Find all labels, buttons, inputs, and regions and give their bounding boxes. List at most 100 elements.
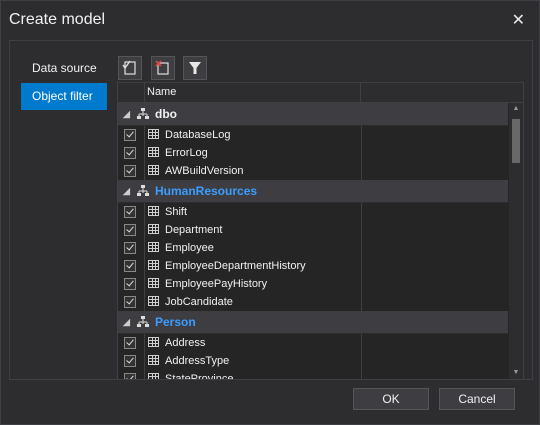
table-icon bbox=[148, 242, 159, 252]
row-checkbox[interactable] bbox=[124, 296, 136, 308]
row-checkbox[interactable] bbox=[124, 206, 136, 218]
group-name: Person bbox=[155, 315, 196, 329]
table-icon bbox=[148, 373, 159, 379]
column-divider bbox=[144, 162, 145, 180]
row-name: EmployeePayHistory bbox=[165, 278, 268, 290]
schema-icon bbox=[137, 108, 149, 119]
column-divider bbox=[144, 126, 145, 144]
row-name: Address bbox=[165, 337, 206, 349]
collapse-icon[interactable]: ◢ bbox=[123, 311, 130, 333]
content-panel: Data source Object filter Name ◢ dbo Dat… bbox=[9, 40, 533, 380]
table-icon bbox=[148, 278, 159, 288]
row-checkbox[interactable] bbox=[124, 224, 136, 236]
nav-item-object-filter[interactable]: Object filter bbox=[21, 83, 107, 110]
row-checkbox[interactable] bbox=[124, 337, 136, 349]
table-row[interactable]: Address bbox=[118, 334, 508, 352]
group-name: HumanResources bbox=[155, 184, 258, 198]
scroll-thumb[interactable] bbox=[512, 119, 520, 163]
row-checkbox[interactable] bbox=[124, 355, 136, 367]
column-divider bbox=[361, 239, 362, 257]
column-divider bbox=[361, 126, 362, 144]
row-name: DatabaseLog bbox=[165, 129, 231, 141]
create-model-dialog: Create model ✕ Data source Object filter bbox=[0, 0, 540, 425]
table-icon bbox=[148, 224, 159, 234]
scroll-up-icon[interactable]: ▲ bbox=[509, 103, 523, 115]
dialog-title: Create model bbox=[9, 11, 106, 28]
row-checkbox[interactable] bbox=[124, 242, 136, 254]
column-divider bbox=[361, 144, 362, 162]
column-divider bbox=[361, 352, 362, 370]
row-checkbox[interactable] bbox=[124, 129, 136, 141]
column-divider bbox=[144, 203, 145, 221]
column-divider bbox=[361, 275, 362, 293]
row-name: AddressType bbox=[165, 355, 230, 367]
scroll-down-icon[interactable]: ▼ bbox=[509, 367, 523, 379]
group-row[interactable]: ◢ Person bbox=[118, 311, 508, 334]
check-all-button[interactable] bbox=[118, 56, 142, 80]
table-row[interactable]: Department bbox=[118, 221, 508, 239]
table-row[interactable]: StateProvince bbox=[118, 370, 508, 380]
row-checkbox[interactable] bbox=[124, 373, 136, 379]
row-name: EmployeeDepartmentHistory bbox=[165, 260, 306, 272]
collapse-icon[interactable]: ◢ bbox=[123, 103, 130, 125]
table-icon bbox=[148, 355, 159, 365]
table-row[interactable]: EmployeeDepartmentHistory bbox=[118, 257, 508, 275]
table-icon bbox=[148, 165, 159, 175]
group-row[interactable]: ◢ dbo bbox=[118, 103, 508, 126]
table-row[interactable]: AddressType bbox=[118, 352, 508, 370]
object-grid: Name ◢ dbo DatabaseLog ErrorLog AWBuildVersi… bbox=[117, 82, 524, 380]
filter-icon bbox=[189, 62, 201, 74]
column-divider bbox=[144, 257, 145, 275]
vertical-scrollbar[interactable]: ▲ ▼ bbox=[509, 103, 523, 379]
row-name: AWBuildVersion bbox=[165, 165, 244, 177]
row-name: StateProvince bbox=[165, 373, 234, 380]
column-divider bbox=[361, 257, 362, 275]
header-name-column[interactable]: Name bbox=[144, 83, 361, 102]
row-checkbox[interactable] bbox=[124, 278, 136, 290]
column-divider bbox=[144, 239, 145, 257]
group-row[interactable]: ◢ HumanResources bbox=[118, 180, 508, 203]
column-divider bbox=[144, 370, 145, 379]
row-checkbox[interactable] bbox=[124, 260, 136, 272]
header-check-column bbox=[118, 83, 145, 102]
row-checkbox[interactable] bbox=[124, 165, 136, 177]
row-name: Employee bbox=[165, 242, 214, 254]
column-divider bbox=[144, 221, 145, 239]
table-icon bbox=[148, 129, 159, 139]
row-name: Department bbox=[165, 224, 223, 236]
table-row[interactable]: EmployeePayHistory bbox=[118, 275, 508, 293]
column-divider bbox=[144, 352, 145, 370]
table-row[interactable]: DatabaseLog bbox=[118, 126, 508, 144]
uncheck-all-icon bbox=[155, 60, 169, 75]
close-icon[interactable]: ✕ bbox=[512, 10, 525, 30]
ok-button[interactable]: OK bbox=[353, 388, 429, 410]
check-all-icon bbox=[122, 60, 136, 75]
column-divider bbox=[361, 334, 362, 352]
collapse-icon[interactable]: ◢ bbox=[123, 180, 130, 202]
column-divider bbox=[144, 293, 145, 311]
nav-item-data-source[interactable]: Data source bbox=[21, 55, 107, 82]
column-divider bbox=[361, 221, 362, 239]
row-checkbox[interactable] bbox=[124, 147, 136, 159]
cancel-button[interactable]: Cancel bbox=[439, 388, 515, 410]
row-name: JobCandidate bbox=[165, 296, 233, 308]
table-icon bbox=[148, 296, 159, 306]
title-bar: Create model ✕ bbox=[1, 1, 539, 39]
table-icon bbox=[148, 147, 159, 157]
column-divider bbox=[361, 162, 362, 180]
schema-icon bbox=[137, 316, 149, 327]
column-divider bbox=[361, 293, 362, 311]
table-icon bbox=[148, 337, 159, 347]
uncheck-all-button[interactable] bbox=[151, 56, 175, 80]
filter-button[interactable] bbox=[183, 56, 207, 80]
column-divider bbox=[144, 275, 145, 293]
table-row[interactable]: ErrorLog bbox=[118, 144, 508, 162]
row-name: Shift bbox=[165, 206, 188, 218]
table-row[interactable]: JobCandidate bbox=[118, 293, 508, 311]
table-row[interactable]: Employee bbox=[118, 239, 508, 257]
table-row[interactable]: Shift bbox=[118, 203, 508, 221]
row-name: ErrorLog bbox=[165, 147, 208, 159]
table-icon bbox=[148, 206, 159, 216]
table-row[interactable]: AWBuildVersion bbox=[118, 162, 508, 180]
column-divider bbox=[361, 203, 362, 221]
